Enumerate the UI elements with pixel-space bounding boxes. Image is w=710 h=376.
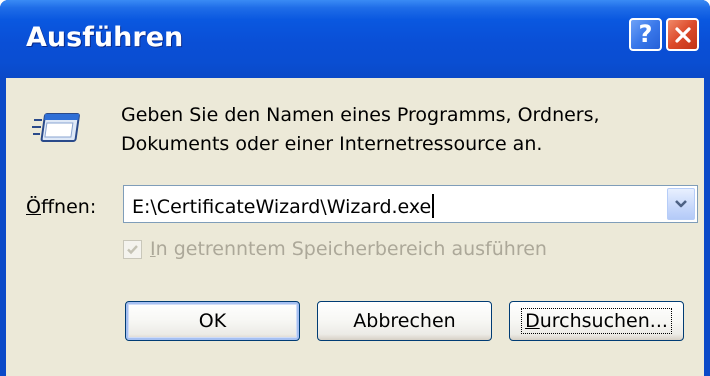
window-title: Ausführen	[26, 22, 184, 53]
separate-memory-label-rest: n getrenntem Speicherbereich ausführen	[155, 238, 547, 260]
run-dialog: Ausführen ? Geben Sie den Namen eines Pr…	[0, 0, 710, 376]
dropdown-button[interactable]	[667, 188, 695, 220]
close-icon	[674, 26, 691, 43]
open-input-value: E:\CertificateWizard\Wizard.exe	[132, 196, 432, 218]
title-bar[interactable]: Ausführen ?	[0, 0, 710, 78]
close-button[interactable]	[666, 18, 699, 51]
description-line-1: Geben Sie den Namen eines Programms, Ord…	[121, 104, 600, 126]
open-input[interactable]: E:\CertificateWizard\Wizard.exe	[132, 194, 435, 218]
chevron-down-icon	[675, 200, 687, 208]
description-line-2: Dokuments oder einer Internetressource a…	[121, 133, 543, 155]
text-caret	[432, 194, 435, 218]
browse-button[interactable]: Durchsuchen...	[509, 301, 684, 341]
help-button[interactable]: ?	[629, 18, 662, 51]
description-text: Geben Sie den Namen eines Programms, Ord…	[121, 101, 681, 159]
separate-memory-checkbox	[123, 240, 142, 259]
open-label: Öffnen:	[26, 196, 96, 218]
help-icon: ?	[638, 20, 653, 48]
open-label-rest: ffnen:	[40, 196, 97, 218]
open-label-accel: Ö	[26, 196, 41, 218]
open-combobox[interactable]: E:\CertificateWizard\Wizard.exe	[123, 185, 698, 223]
cancel-button[interactable]: Abbrechen	[317, 301, 492, 341]
browse-button-label: Durchsuchen...	[521, 308, 672, 334]
ok-button[interactable]: OK	[125, 301, 300, 341]
checkmark-icon	[127, 245, 138, 255]
cancel-button-label: Abbrechen	[353, 310, 456, 332]
separate-memory-label: In getrenntem Speicherbereich ausführen	[150, 238, 547, 260]
browse-button-accel: D	[525, 310, 540, 332]
browse-button-label-rest: urchsuchen...	[539, 310, 668, 332]
run-program-icon	[32, 113, 80, 142]
dialog-body: Geben Sie den Namen eines Programms, Ord…	[6, 78, 704, 376]
ok-button-label: OK	[198, 310, 227, 332]
